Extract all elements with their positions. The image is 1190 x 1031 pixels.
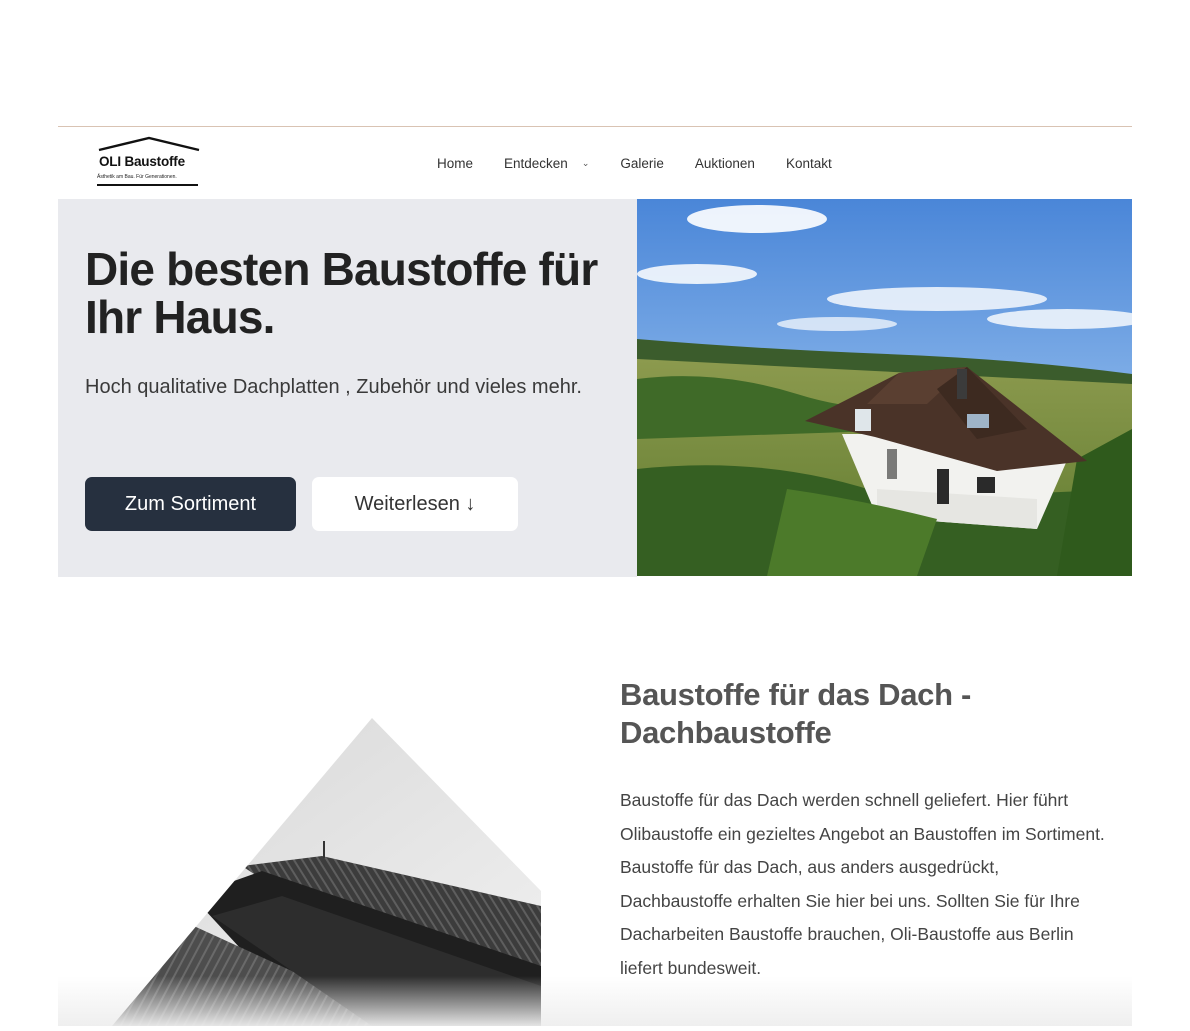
nav-kontakt[interactable]: Kontakt — [786, 156, 832, 171]
logo-tagline: Ästhetik am Bau. Für Generationen. — [97, 174, 177, 180]
read-more-button[interactable]: Weiterlesen ↓ — [312, 477, 518, 531]
roof-triangle-image — [112, 716, 541, 1026]
nav-home[interactable]: Home — [437, 156, 473, 171]
roof-logo-icon — [98, 136, 200, 152]
section-text: Baustoffe für das Dach werden schnell ge… — [620, 790, 1105, 978]
hero-panel: Die besten Baustoffe für Ihr Haus. Hoch … — [58, 199, 637, 577]
logo-underline — [97, 184, 198, 186]
hero-subtitle: Hoch qualitative Dachplatten , Zubehör u… — [85, 376, 582, 398]
site-header: OLI Baustoffe Ästhetik am Bau. Für Gener… — [58, 127, 1132, 199]
logo-name: OLI Baustoffe — [99, 154, 185, 169]
logo[interactable]: OLI Baustoffe Ästhetik am Bau. Für Gener… — [96, 135, 202, 189]
sortiment-button[interactable]: Zum Sortiment — [85, 477, 296, 531]
house-illustration — [637, 199, 1132, 576]
nav-entdecken[interactable]: Entdecken — [504, 156, 568, 171]
roof-illustration — [112, 718, 541, 1026]
hero-house-image — [637, 199, 1132, 576]
hero-title: Die besten Baustoffe für Ihr Haus. — [85, 243, 598, 343]
section-title: Baustoffe für das Dach - Dachbaustoffe — [620, 677, 972, 750]
main-nav: Home Entdecken ⌄ Galerie Auktionen Konta… — [437, 127, 863, 199]
nav-auktionen[interactable]: Auktionen — [695, 156, 755, 171]
chevron-down-icon[interactable]: ⌄ — [582, 158, 590, 169]
nav-galerie[interactable]: Galerie — [620, 156, 664, 171]
